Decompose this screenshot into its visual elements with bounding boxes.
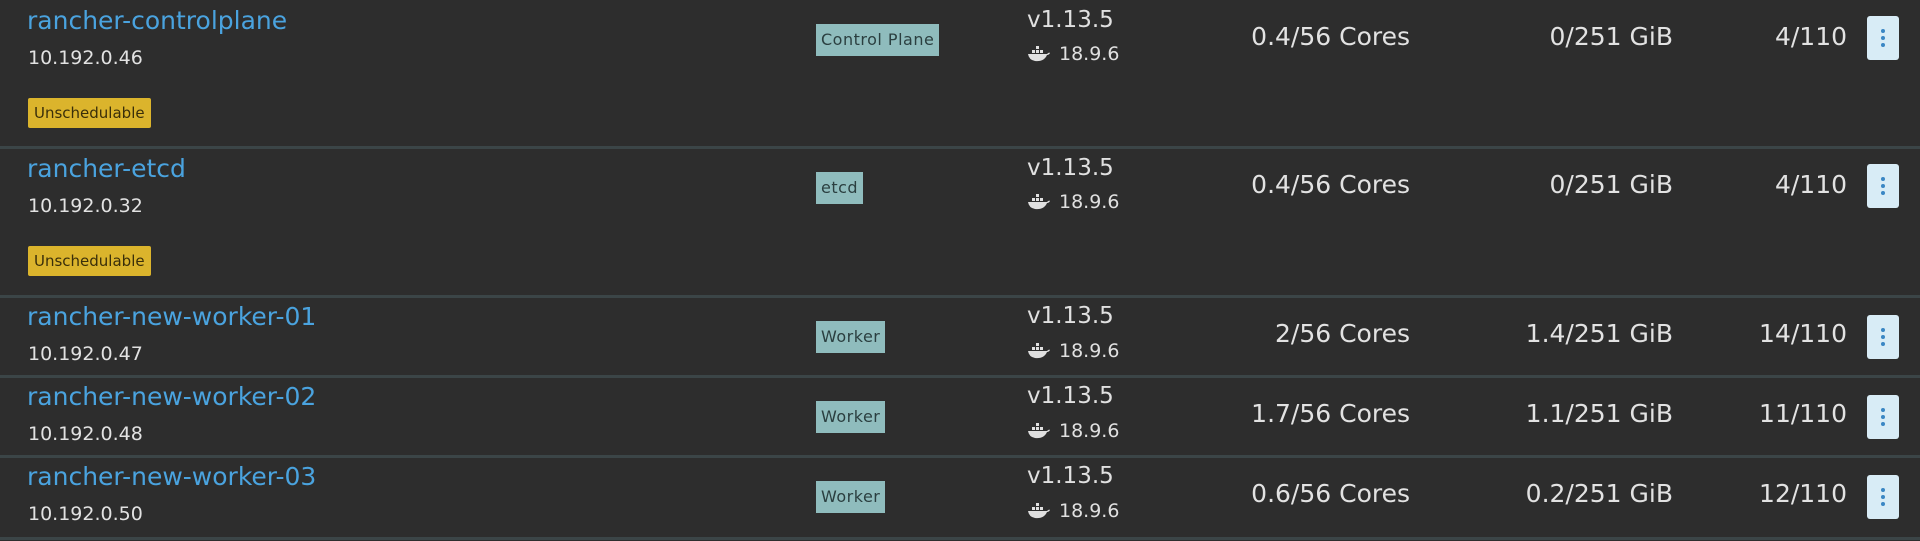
kubernetes-version: v1.13.5 (1027, 463, 1114, 489)
docker-version-label: 18.9.6 (1059, 420, 1120, 442)
kebab-menu-icon (1881, 408, 1885, 412)
kubernetes-version: v1.13.5 (1027, 303, 1114, 329)
pod-count: 4/110 (1774, 170, 1847, 199)
node-row: rancher-new-worker-02 10.192.0.48 Worker… (0, 378, 1920, 458)
docker-version-label: 18.9.6 (1059, 340, 1120, 362)
node-name-link[interactable]: rancher-new-worker-03 (27, 462, 316, 491)
node-name-link[interactable]: rancher-controlplane (27, 6, 287, 35)
memory-usage: 1.4/251 GiB (1525, 319, 1673, 348)
role-badge: Worker (816, 321, 886, 353)
node-ip: 10.192.0.32 (28, 195, 143, 217)
memory-usage: 0.2/251 GiB (1525, 479, 1673, 508)
memory-usage: 0/251 GiB (1549, 22, 1673, 51)
pod-count: 4/110 (1774, 22, 1847, 51)
node-name-link[interactable]: rancher-new-worker-02 (27, 382, 316, 411)
docker-version: 18.9.6 (1027, 43, 1119, 65)
unschedulable-badge: Unschedulable (28, 98, 151, 128)
role-badge: Worker (816, 481, 886, 513)
role-badge: etcd (816, 172, 864, 204)
cpu-usage: 0.6/56 Cores (1251, 479, 1410, 508)
node-name-link[interactable]: rancher-new-worker-01 (27, 302, 316, 331)
node-row: rancher-controlplane 10.192.0.46 Unsched… (0, 0, 1920, 149)
docker-version: 18.9.6 (1027, 191, 1119, 213)
docker-whale-icon (1028, 343, 1050, 359)
role-badge: Worker (816, 401, 886, 433)
kebab-menu-icon (1881, 328, 1885, 332)
row-actions-button[interactable] (1867, 164, 1899, 208)
node-ip: 10.192.0.47 (28, 343, 143, 365)
node-ip: 10.192.0.46 (28, 47, 143, 69)
kubernetes-version: v1.13.5 (1027, 7, 1114, 33)
docker-version: 18.9.6 (1027, 500, 1119, 522)
docker-version: 18.9.6 (1027, 340, 1119, 362)
node-row: rancher-new-worker-03 10.192.0.50 Worker… (0, 458, 1920, 540)
row-actions-button[interactable] (1867, 395, 1899, 439)
cpu-usage: 0.4/56 Cores (1251, 170, 1410, 199)
docker-version-label: 18.9.6 (1059, 43, 1120, 65)
pod-count: 12/110 (1759, 479, 1847, 508)
cpu-usage: 1.7/56 Cores (1251, 399, 1410, 428)
docker-whale-icon (1028, 423, 1050, 439)
cpu-usage: 0.4/56 Cores (1251, 22, 1410, 51)
nodes-table: rancher-controlplane 10.192.0.46 Unsched… (0, 0, 1920, 541)
pod-count: 11/110 (1759, 399, 1847, 428)
node-ip: 10.192.0.50 (28, 503, 143, 525)
node-row: rancher-etcd 10.192.0.32 Unschedulable e… (0, 149, 1920, 298)
node-row: rancher-new-worker-01 10.192.0.47 Worker… (0, 298, 1920, 378)
pod-count: 14/110 (1759, 319, 1847, 348)
role-badge: Control Plane (816, 24, 940, 56)
kubernetes-version: v1.13.5 (1027, 155, 1114, 181)
docker-whale-icon (1028, 46, 1050, 62)
cpu-usage: 2/56 Cores (1275, 319, 1410, 348)
kubernetes-version: v1.13.5 (1027, 383, 1114, 409)
docker-version-label: 18.9.6 (1059, 191, 1120, 213)
row-actions-button[interactable] (1867, 475, 1899, 519)
row-actions-button[interactable] (1867, 16, 1899, 60)
docker-whale-icon (1028, 503, 1050, 519)
memory-usage: 0/251 GiB (1549, 170, 1673, 199)
memory-usage: 1.1/251 GiB (1525, 399, 1673, 428)
node-name-link[interactable]: rancher-etcd (27, 154, 186, 183)
row-actions-button[interactable] (1867, 315, 1899, 359)
kebab-menu-icon (1881, 488, 1885, 492)
kebab-menu-icon (1881, 29, 1885, 33)
docker-version: 18.9.6 (1027, 420, 1119, 442)
docker-whale-icon (1028, 194, 1050, 210)
docker-version-label: 18.9.6 (1059, 500, 1120, 522)
unschedulable-badge: Unschedulable (28, 246, 151, 276)
node-ip: 10.192.0.48 (28, 423, 143, 445)
kebab-menu-icon (1881, 177, 1885, 181)
